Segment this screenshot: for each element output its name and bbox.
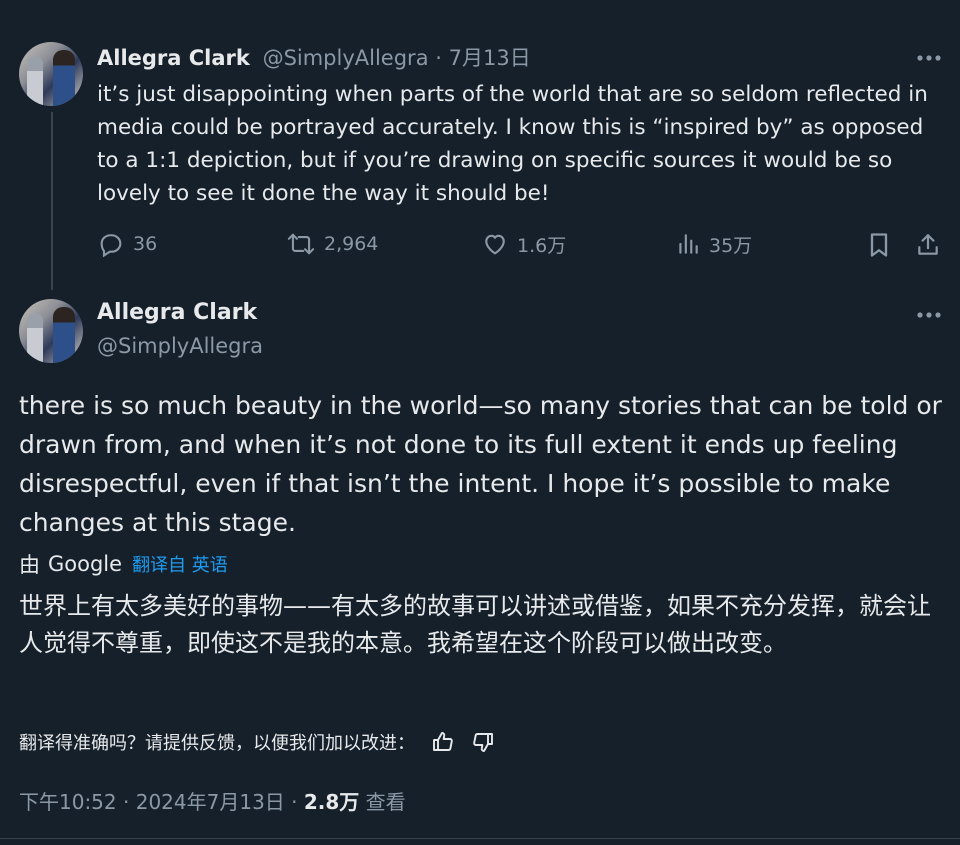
google-logo: Google [48, 552, 123, 576]
views-count: 2.8万 [303, 790, 360, 814]
translated-text: 世界上有太多美好的事物——有太多的故事可以讲述或借鉴，如果不充分发挥，就会让人觉… [19, 592, 931, 657]
reply-icon [100, 234, 122, 258]
views-count: 35万 [709, 234, 753, 257]
feedback-prompt: 翻译得准确吗？请提供反馈，以便我们加以改进： [19, 733, 415, 754]
tweet-date[interactable]: 7月13日 [449, 46, 531, 70]
like-button[interactable]: 1.6万 [481, 230, 566, 258]
tweet-header: Allegra Clark @SimplyAllegra · 7月13日 [97, 42, 531, 72]
translated-by-prefix: 由 [19, 553, 40, 577]
more-horizontal-icon [917, 55, 941, 61]
tweet-text: it’s just disappointing when parts of th… [97, 82, 928, 206]
author-name[interactable]: Allegra Clark [97, 300, 257, 325]
more-options-button[interactable] [914, 305, 944, 325]
bookmark-icon [870, 233, 888, 257]
avatar-figure-right [53, 307, 75, 363]
thread-connector-line [51, 112, 53, 290]
retweet-icon [287, 233, 315, 255]
reply-button[interactable]: 36 [97, 230, 157, 258]
thumbs-down-button[interactable] [469, 728, 497, 756]
thumbs-up-icon [433, 732, 453, 751]
translated-from-link[interactable]: 翻译自 英语 [132, 551, 228, 577]
tweet-metadata: 下午10:52 · 2024年7月13日 · 2.8万 查看 [19, 786, 406, 815]
more-options-button[interactable] [914, 48, 944, 68]
header-separator: · [428, 46, 449, 70]
retweet-count: 2,964 [324, 233, 379, 255]
avatar-figure-right [53, 50, 75, 106]
author-name[interactable]: Allegra Clark [97, 46, 250, 70]
divider [0, 838, 960, 839]
tweet-date[interactable]: 2024年7月13日 [136, 790, 285, 814]
views-button[interactable]: 35万 [675, 230, 752, 258]
avatar-figure-left [27, 313, 43, 363]
avatar[interactable] [19, 299, 83, 363]
avatar-figure-left [27, 56, 43, 106]
heart-icon [485, 234, 505, 255]
analytics-icon [679, 234, 698, 254]
share-button[interactable] [913, 230, 943, 260]
share-icon [918, 234, 938, 255]
author-handle[interactable]: @SimplyAllegra [97, 334, 263, 358]
translation-attribution: 由 Google 翻译自 英语 [19, 549, 228, 579]
bookmark-button[interactable] [864, 230, 894, 260]
views-label: 查看 [359, 790, 406, 814]
more-horizontal-icon [917, 312, 941, 318]
like-count: 1.6万 [517, 234, 567, 257]
tweet-time[interactable]: 下午10:52 [19, 790, 117, 814]
translation-feedback: 翻译得准确吗？请提供反馈，以便我们加以改进： [19, 728, 497, 756]
meta-separator: · [116, 790, 136, 814]
thumbs-up-button[interactable] [429, 728, 457, 756]
tweet-text: there is so much beauty in the world—so … [19, 391, 942, 537]
avatar[interactable] [19, 42, 83, 106]
meta-separator: · [284, 790, 304, 814]
author-handle[interactable]: @SimplyAllegra [263, 46, 429, 70]
reply-count: 36 [133, 233, 158, 255]
thumbs-down-icon [473, 733, 493, 752]
retweet-button[interactable]: 2,964 [286, 230, 378, 258]
